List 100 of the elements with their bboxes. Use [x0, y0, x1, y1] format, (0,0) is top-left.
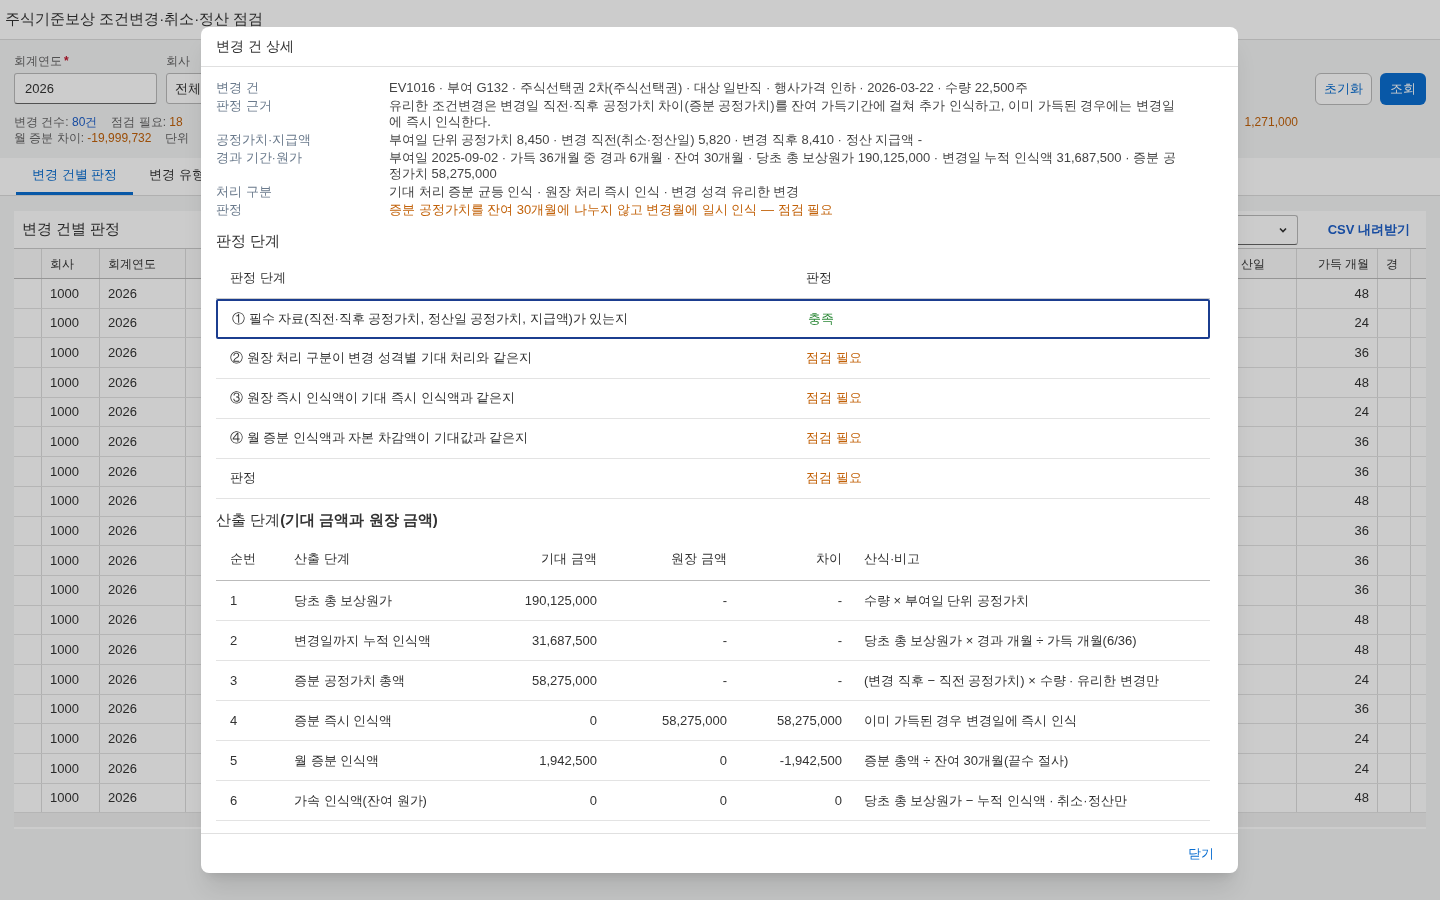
table-cell-text: -	[721, 631, 728, 650]
check-row[interactable]: ④ 월 증분 인식액과 자본 차감액이 기대값과 같은지 점검 필요	[216, 418, 1210, 459]
summary-stat: 월 증분 차이: -19,999,732	[14, 130, 152, 146]
table-cell-text: 0	[718, 751, 728, 770]
table-cell: 2026	[100, 279, 186, 308]
table-cell: 2026	[100, 368, 186, 397]
table-cell: 1000	[42, 724, 100, 753]
table-cell: 48	[1297, 486, 1378, 516]
table-cell: 2026	[100, 575, 186, 605]
table-cell: 24	[1297, 308, 1378, 338]
table-cell: 2026	[100, 694, 186, 724]
table-cell: 1000	[42, 308, 100, 338]
table-cell-text: 0	[718, 791, 728, 810]
table-cell: 1000	[42, 338, 100, 368]
status-text: 점검 필요	[805, 349, 863, 368]
table-cell-text: -	[721, 671, 728, 690]
check-row[interactable]: 판정 점검 필요	[216, 458, 1210, 499]
table-cell-text: -	[836, 671, 843, 690]
table-cell: 2026	[100, 635, 186, 664]
column-header: 회계연도	[100, 249, 186, 278]
table-cell: 36	[1297, 457, 1378, 486]
step-text: ③ 원장 즉시 인식액이 기대 즉시 인식액과 같은지	[229, 389, 517, 408]
status-text: 충족	[807, 309, 835, 328]
column-header: 차이	[815, 549, 843, 568]
table-cell-text: -	[836, 631, 843, 650]
table-cell-text: 월 증분 인식액	[293, 751, 381, 770]
table-cell-text: 증분 총액 ÷ 잔여 30개월(끝수 절사)	[863, 751, 1070, 770]
table-cell: 1000	[42, 516, 100, 546]
table-cell: 2026	[100, 486, 186, 516]
table-cell-text: 1	[229, 591, 239, 610]
table-cell: 2026	[100, 546, 186, 575]
status-text: 점검 필요	[805, 389, 863, 408]
close-button[interactable]: 닫기	[1188, 843, 1214, 864]
table-cell: 48	[1297, 635, 1378, 664]
table-cell-text: 58,275,000	[530, 671, 598, 690]
table-cell-text: 5	[229, 751, 239, 770]
section-title: 산출 단계(기대 금액과 원장 금액)	[216, 509, 439, 530]
table-cell: 1000	[42, 279, 100, 308]
column-header: 산일	[1239, 249, 1297, 278]
table-cell: 2026	[100, 397, 186, 427]
column-header: 판정 단계	[229, 269, 287, 288]
table-cell: 48	[1297, 605, 1378, 635]
reset-button[interactable]: 초기화	[1315, 73, 1372, 105]
field-value: 증분 공정가치를 잔여 30개월에 나누지 않고 변경월에 일시 인식 — 점검 필요	[389, 202, 835, 218]
search-button[interactable]: 조회	[1380, 73, 1426, 105]
table-cell-text: 당초 총 보상원가 − 누적 인식액 · 취소·정산만	[863, 791, 1128, 810]
field-value: 기대 처리 증분 균등 인식 · 원장 처리 즉시 인식 · 변경 성격 유리한 변경	[389, 184, 801, 200]
table-cell: 1000	[42, 754, 100, 783]
column-header: 경	[1378, 249, 1411, 278]
table-cell: 1000	[42, 694, 100, 724]
table-cell: 36	[1297, 575, 1378, 605]
check-row[interactable]: ③ 원장 즉시 인식액이 기대 즉시 인식액과 같은지 점검 필요	[216, 378, 1210, 419]
table-cell-text: 수량 × 부여일 단위 공정가치	[863, 591, 1031, 610]
column-header: 가득 개월	[1297, 249, 1378, 278]
table-cell-text: 58,275,000	[775, 711, 843, 730]
table-cell: 1000	[42, 575, 100, 605]
table-cell-text: (변경 직후 − 직전 공정가치) × 수량 · 유리한 변경만	[863, 671, 1160, 690]
table-cell: 2026	[100, 664, 186, 694]
table-cell: 1000	[42, 427, 100, 457]
check-row[interactable]: ① 필수 자료(직전·직후 공정가치, 정산일 공정가치, 지급액)가 있는지 충족	[216, 298, 1210, 339]
column-header: 판정	[805, 269, 833, 288]
column-header: 회사	[42, 249, 100, 278]
field-label: 판정	[216, 202, 243, 218]
table-cell: 24	[1297, 754, 1378, 783]
table-cell: 2026	[100, 457, 186, 486]
table-cell-text: -	[721, 591, 728, 610]
table-cell: 48	[1297, 279, 1378, 308]
tab[interactable]: 변경 건별 판정	[16, 158, 134, 195]
table-cell: 2026	[100, 783, 186, 813]
step-text: ② 원장 처리 구분이 변경 성격별 기대 처리와 같은지	[229, 349, 533, 368]
column-header: 산식·비고	[863, 549, 922, 568]
card-title: 변경 건별 판정	[22, 219, 121, 240]
table-cell: 1000	[42, 605, 100, 635]
table-cell-text: 당초 총 보상원가 × 경과 개월 ÷ 가득 개월(6/36)	[863, 631, 1138, 650]
year-field[interactable]: 2026	[14, 73, 157, 104]
column-header: 원장 금액	[670, 549, 728, 568]
table-cell: 36	[1297, 516, 1378, 546]
csv-download-link[interactable]: CSV 내려받기	[1327, 219, 1410, 240]
table-cell-text: 0	[588, 711, 598, 730]
table-cell-text: 4	[229, 711, 239, 730]
field-value: EV1016 · 부여 G132 · 주식선택권 2차(주식선택권) · 대상 일반직 · 행사가격 인하 · 2026-03-22 · 수량 22,500주	[389, 80, 1029, 96]
column-header: 기대 금액	[540, 549, 598, 568]
table-cell-text: 6	[229, 791, 239, 810]
field-label: 회사	[166, 53, 191, 70]
field-value: 유리한 조건변경은 변경일 직전·직후 공정가치 차이(증분 공정가치)를 잔여 가득기간에 걸쳐 추가 인식하고, 이미 가득된 경우에는 변경일에 즉시 인식한다.	[389, 98, 1176, 130]
table-cell: 1000	[42, 635, 100, 664]
summary-stat: 변경 건수: 80건	[14, 114, 98, 130]
table-cell: 24	[1297, 724, 1378, 753]
table-cell: 48	[1297, 368, 1378, 397]
step-text: ① 필수 자료(직전·직후 공정가치, 정산일 공정가치, 지급액)가 있는지	[231, 309, 630, 328]
table-cell-text: 가속 인식액(잔여 원가)	[293, 791, 428, 810]
section-title: 판정 단계	[216, 231, 282, 251]
table-cell: 1000	[42, 546, 100, 575]
table-cell: 1000	[42, 397, 100, 427]
check-row[interactable]: ② 원장 처리 구분이 변경 성격별 기대 처리와 같은지 점검 필요	[216, 338, 1210, 379]
table-cell-text: 증분 공정가치 총액	[293, 671, 407, 690]
required-mark: *	[64, 53, 69, 70]
table-cell-text: -1,942,500	[778, 751, 843, 770]
table-cell: 2026	[100, 754, 186, 783]
step-text: 판정	[229, 469, 257, 488]
